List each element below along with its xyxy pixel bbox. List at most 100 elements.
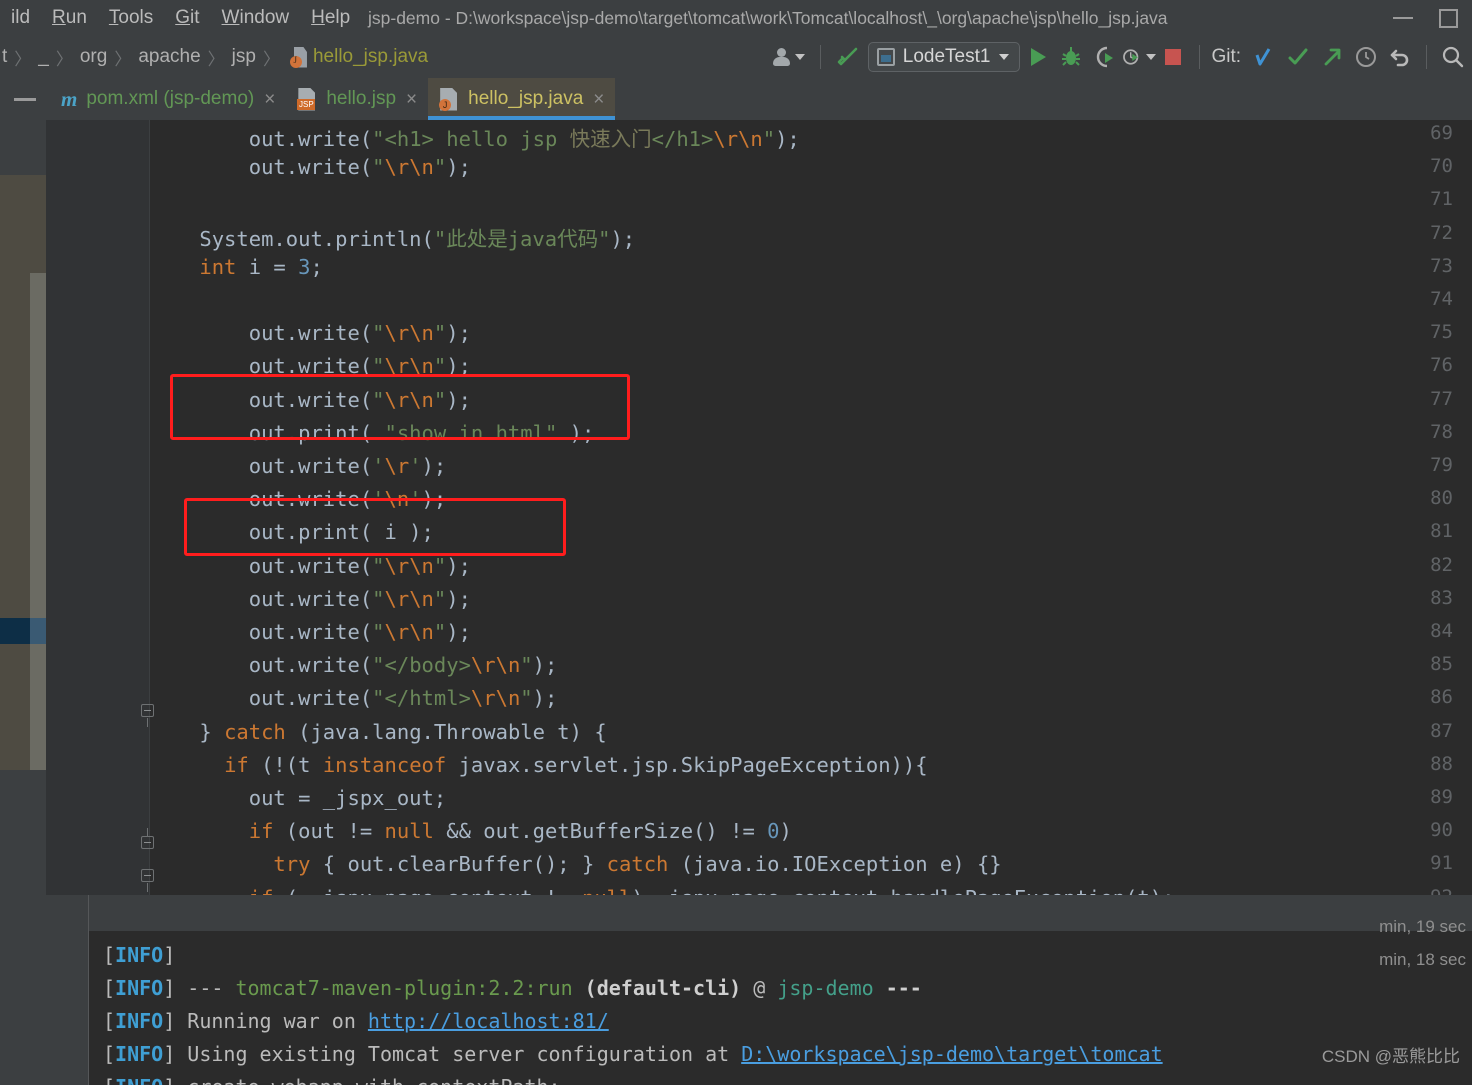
code-line[interactable]: out.print( i );	[150, 520, 434, 544]
check-icon	[1288, 48, 1308, 65]
tab-label: pom.xml (jsp-demo)	[86, 88, 255, 109]
code-line[interactable]: out.print( "show in html" );	[150, 421, 595, 445]
code-line[interactable]: if ( _jspx_page_context != null) _jspx_p…	[150, 886, 1175, 895]
code-token: if	[224, 752, 249, 777]
git-rollback-button[interactable]	[1383, 36, 1417, 78]
code-token: );	[446, 354, 471, 379]
menu-item-tools[interactable]: Tools	[98, 0, 164, 36]
code-token: out.write(	[150, 454, 373, 478]
code-token: out.write(	[150, 387, 373, 412]
code-line[interactable]: } catch (java.lang.Throwable t) {	[150, 719, 606, 744]
tab-hello-jsp[interactable]: JSP hello.jsp ×	[286, 78, 428, 120]
menu-mnemonic: H	[311, 7, 325, 28]
stop-button[interactable]	[1156, 36, 1190, 78]
code-line[interactable]: out.write("\r\n");	[150, 388, 471, 412]
tab-pom-xml[interactable]: m pom.xml (jsp-demo) ×	[50, 78, 286, 120]
code-token: (java.io.IOException e) {}	[668, 852, 1002, 877]
profile-button[interactable]	[1122, 36, 1157, 78]
code-line[interactable]: out.write("<h1> hello jsp 快速入门</h1>\r\n"…	[150, 122, 800, 152]
code-line[interactable]: out.write("\r\n");	[150, 620, 471, 644]
run-button[interactable]	[1020, 36, 1054, 78]
code-token: out.write(	[150, 553, 373, 578]
close-icon[interactable]: ×	[406, 90, 417, 109]
tab-label: hello.jsp	[326, 88, 397, 109]
menu-item-run[interactable]: Run	[41, 0, 98, 36]
code-line[interactable]: out.write("</body>\r\n");	[150, 653, 558, 678]
code-line[interactable]: out.write("\r\n");	[150, 354, 471, 378]
code-token: \n	[384, 487, 410, 512]
run-console[interactable]: min, 19 sec min, 18 sec [INFO] [INFO] ---…	[0, 895, 1472, 1085]
maven-icon: m	[61, 86, 78, 111]
run-with-coverage-button[interactable]	[1088, 36, 1122, 78]
git-history-button[interactable]	[1349, 36, 1383, 78]
jsp-file-icon: JSP	[297, 87, 317, 111]
console-link[interactable]: D:\workspace\jsp-demo\target\tomcat	[741, 1042, 1162, 1066]
console-line: [INFO] Running war on http://localhost:8…	[103, 1009, 609, 1033]
breadcrumb-item-2[interactable]: org	[80, 36, 107, 78]
code-line[interactable]: int i = 3;	[150, 255, 322, 279]
breadcrumb-item-3[interactable]: apache	[138, 36, 200, 78]
code-line[interactable]: out.write("</html>\r\n");	[150, 686, 558, 710]
code-line[interactable]: if (!(t instanceof javax.servlet.jsp.Ski…	[150, 753, 928, 777]
menu-item-git[interactable]: Git	[164, 0, 210, 36]
chevron-right-icon: 〉	[207, 49, 225, 69]
code-line[interactable]: try { out.clearBuffer(); } catch (java.i…	[150, 852, 1002, 877]
debug-button[interactable]	[1054, 36, 1088, 78]
code-token: if	[248, 819, 274, 844]
git-commit-button[interactable]	[1281, 36, 1315, 78]
tab-hello-jsp-java[interactable]: J hello_jsp.java ×	[428, 78, 616, 120]
code-token: );	[446, 387, 471, 412]
console-token: INFO	[115, 1009, 164, 1033]
console-timestamp-gutter	[0, 895, 88, 1085]
maximize-button[interactable]	[1426, 0, 1472, 36]
code-token: "	[372, 620, 385, 644]
menu-item-help[interactable]: Help	[300, 0, 361, 36]
code-line[interactable]: System.out.println("此处是java代码");	[150, 222, 635, 252]
java-file-icon: J	[439, 87, 459, 111]
console-link[interactable]: http://localhost:81/	[368, 1009, 609, 1033]
code-token: \r\n	[384, 354, 434, 379]
code-line[interactable]: out.write("\r\n");	[150, 321, 471, 345]
code-line[interactable]: out.write("\r\n");	[150, 155, 471, 179]
code-token: out.write(	[150, 653, 373, 678]
console-token: ] create webapp with contextPath:	[163, 1075, 572, 1085]
git-label: Git:	[1211, 46, 1241, 67]
code-editor[interactable]: 69 70 71 72 73 74 75 76 77 78 79 80 81 82 83 84 85 86 87 88…	[46, 120, 1472, 895]
breadcrumb-item-4[interactable]: jsp	[232, 36, 256, 78]
chevron-down-icon	[794, 54, 805, 60]
breadcrumb-file[interactable]: hello_jsp.java	[313, 36, 428, 78]
build-project-button[interactable]	[830, 36, 868, 78]
panel-scrollbar[interactable]	[30, 273, 46, 828]
code-token: "<h1> hello jsp	[372, 127, 570, 151]
code-line[interactable]: out.write("\r\n");	[150, 554, 471, 578]
toolbar-divider	[1426, 45, 1427, 69]
code-token: );	[446, 155, 471, 180]
code-token: out.print( i );	[150, 520, 434, 545]
code-line[interactable]: out.write('\n');	[150, 487, 447, 512]
breadcrumb-item-0[interactable]: t	[2, 36, 7, 78]
close-icon[interactable]: ×	[264, 90, 275, 109]
toolbar-divider	[1199, 45, 1201, 69]
code-line[interactable]: out.write('\r');	[150, 454, 447, 478]
code-line[interactable]: out.write("\r\n");	[150, 587, 471, 611]
git-push-button[interactable]	[1315, 36, 1349, 78]
close-icon[interactable]: ×	[593, 90, 604, 109]
console-line: [INFO] Using existing Tomcat server conf…	[103, 1042, 1163, 1066]
menu-item-build[interactable]: ild	[0, 0, 41, 36]
search-everywhere-button[interactable]	[1436, 36, 1470, 78]
code-token: }	[150, 719, 225, 744]
code-token: 快速入门	[569, 127, 652, 151]
code-token: "	[520, 653, 533, 678]
code-line[interactable]: out = _jspx_out;	[150, 786, 446, 810]
run-configuration-selector[interactable]: LodeTest1	[867, 42, 1021, 72]
menu-item-window[interactable]: Window	[211, 0, 301, 36]
hide-panel-button[interactable]	[0, 78, 50, 120]
minimize-button[interactable]	[1380, 0, 1426, 36]
code-token: '	[372, 487, 385, 512]
code-content[interactable]: out.write("<h1> hello jsp 快速入门</h1>\r\n"…	[150, 120, 1472, 895]
code-line[interactable]: if (out != null && out.getBufferSize() !…	[150, 819, 792, 843]
breadcrumb-item-1[interactable]: _	[38, 36, 49, 78]
user-dropdown-button[interactable]	[767, 36, 811, 78]
panel-header	[0, 120, 46, 175]
git-update-button[interactable]	[1247, 36, 1281, 78]
